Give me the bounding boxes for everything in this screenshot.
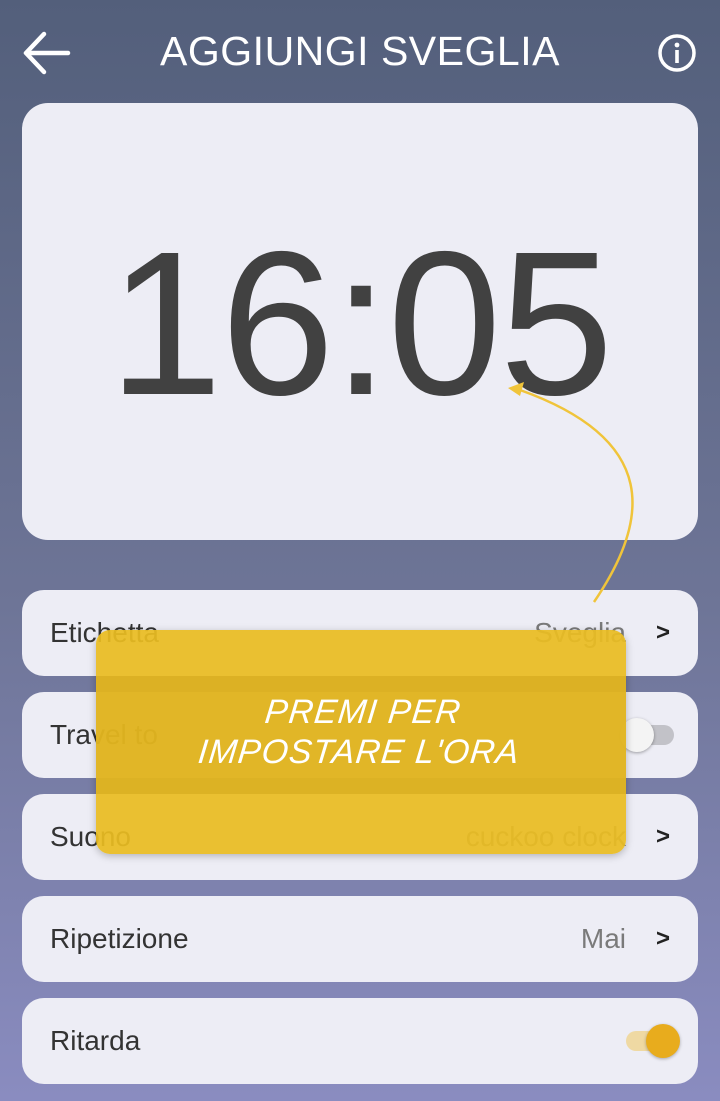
row-value: Mai — [580, 923, 626, 954]
tooltip-text: PREMI PER IMPOSTARE L'ORA — [92, 692, 630, 772]
chevron-right-icon: > — [655, 925, 670, 952]
chevron-right-icon: > — [655, 619, 670, 646]
page-title: AGGIUNGI SVEGLIA — [160, 28, 560, 74]
row-snooze[interactable]: Ritarda — [22, 998, 698, 1084]
tooltip-line-2: IMPOSTARE L'ORA — [196, 733, 522, 771]
hint-tooltip: PREMI PER IMPOSTARE L'ORA — [96, 630, 626, 854]
row-label: Ripetizione — [50, 923, 189, 954]
time-picker-card[interactable]: 16:05 — [22, 103, 698, 540]
info-button[interactable] — [656, 32, 698, 74]
snooze-toggle[interactable] — [622, 1024, 680, 1058]
row-repeat[interactable]: Ripetizione Mai > — [22, 896, 698, 982]
info-icon — [658, 34, 696, 72]
travel-to-toggle[interactable] — [620, 718, 678, 752]
row-label: Ritarda — [50, 1025, 141, 1056]
tooltip-line-1: PREMI PER — [263, 693, 464, 731]
alarm-time[interactable]: 16:05 — [22, 221, 698, 426]
app-header: AGGIUNGI SVEGLIA — [0, 0, 720, 105]
toggle-knob — [646, 1024, 680, 1058]
chevron-right-icon: > — [655, 823, 670, 850]
